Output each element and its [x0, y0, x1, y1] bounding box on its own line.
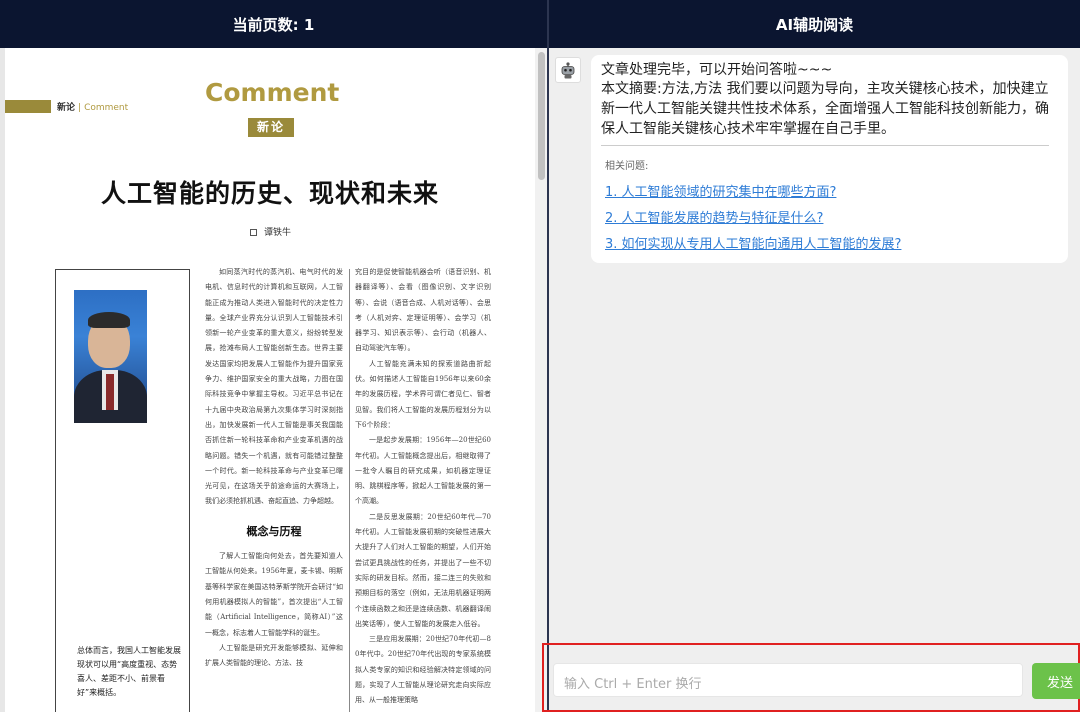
- related-question-link[interactable]: 2. 人工智能发展的趋势与特征是什么?: [605, 207, 823, 226]
- article-column-2: 究目的是促使智能机器会听（语音识别、机器翻译等）、会看（图像识别、文字识别等）、…: [355, 265, 491, 709]
- related-questions-label: 相关问题:: [605, 161, 649, 172]
- article-paragraph: 三是应用发展期：20世纪70年代初—80年代中。20世纪70年代出现的专家系统模…: [355, 635, 491, 705]
- article-paragraph: 一是起步发展期：1956年—20世纪60年代初。人工智能概念提出后，相继取得了一…: [355, 436, 491, 506]
- question-input[interactable]: [553, 663, 1023, 697]
- send-button[interactable]: 发送: [1032, 663, 1080, 699]
- article-author: 谭铁牛: [250, 225, 291, 238]
- article-paragraph: 二是反思发展期：20世纪60年代—70年代初。人工智能发展初期的突破性进展大大提…: [355, 512, 491, 628]
- article-paragraph: 人工智能是研究开发能够模拟、延伸和扩展人类智能的理论、方法、技: [205, 643, 343, 668]
- page-count-header: 当前页数: 1: [0, 0, 547, 48]
- article-column-1: 如同蒸汽时代的蒸汽机、电气时代的发电机、信息时代的计算机和互联网，人工智能正成为…: [205, 265, 343, 671]
- pdf-viewer[interactable]: 新论 | Comment Comment 新论 人工智能的历史、现状和未来 谭铁牛 …: [0, 48, 547, 712]
- article-title: 人工智能的历史、现状和未来: [100, 179, 439, 208]
- greeting-message: 文章处理完毕，可以开始问答啦~~~: [601, 62, 833, 78]
- article-subheading: 概念与历程: [246, 524, 302, 538]
- author-portrait: [74, 290, 147, 423]
- section-gold-bar: [5, 100, 51, 113]
- comment-title: Comment: [205, 78, 340, 107]
- bot-avatar: [555, 57, 581, 83]
- author-name: 谭铁牛: [264, 228, 292, 238]
- author-square-icon: [250, 229, 257, 236]
- related-question-link[interactable]: 1. 人工智能领域的研究集中在哪些方面?: [605, 181, 836, 200]
- article-paragraph: 如同蒸汽时代的蒸汽机、电气时代的发电机、信息时代的计算机和互联网，人工智能正成为…: [205, 268, 343, 506]
- page-count-label: 当前页数: 1: [232, 15, 315, 34]
- article-paragraph: 究目的是促使智能机器会听（语音识别、机器翻译等）、会看（图像识别、文字识别等）、…: [355, 268, 491, 353]
- related-question-link[interactable]: 3. 如何实现从专用人工智能向通用人工智能的发展?: [605, 233, 901, 252]
- message-divider: [601, 145, 1049, 146]
- column-divider: [349, 269, 350, 712]
- article-paragraph: 人工智能充满未知的探索道路曲折起伏。如何描述人工智能自1956年以来60余年的发…: [355, 359, 491, 429]
- robot-icon: [561, 62, 575, 79]
- section-badge: 新论: [248, 118, 294, 137]
- section-label: 新论 | Comment: [57, 100, 128, 113]
- ai-panel-header: AI辅助阅读: [549, 0, 1080, 48]
- summary-message: 本文摘要:方法,方法 我们要以问题为导向，主攻关键核心技术，加快建立新一代人工智…: [601, 81, 1049, 137]
- article-paragraph: 了解人工智能向何处去，首先要知道人工智能从何处来。1956年夏，麦卡锡、明斯基等…: [205, 552, 343, 637]
- pdf-scrollbar-thumb[interactable]: [538, 52, 545, 180]
- section-label-en: Comment: [84, 103, 129, 113]
- ai-panel-title: AI辅助阅读: [775, 15, 854, 34]
- sidebar-quote: 总体而言，我国人工智能发展现状可以用“高度重视、态势喜人、差距不小、前景看好”来…: [77, 646, 181, 697]
- pdf-page: 新论 | Comment Comment 新论 人工智能的历史、现状和未来 谭铁牛 …: [5, 48, 535, 712]
- section-label-separator: |: [78, 103, 82, 113]
- section-label-cn: 新论: [57, 103, 76, 113]
